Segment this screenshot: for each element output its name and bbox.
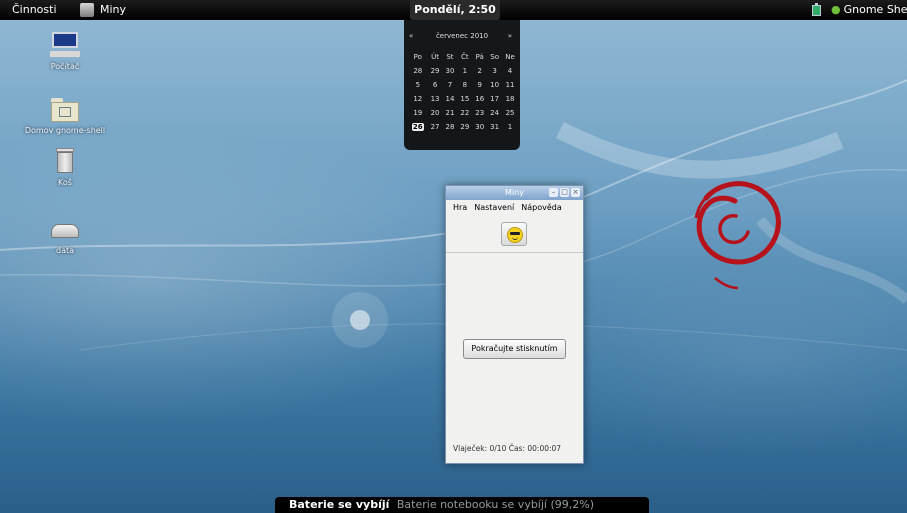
desktop-icon-label: Koš (58, 178, 72, 187)
calendar-day[interactable]: 13 (428, 92, 443, 106)
calendar-day[interactable]: 18 (502, 92, 518, 106)
user-icon: ● (831, 3, 841, 16)
calendar-day[interactable]: 6 (428, 78, 443, 92)
calendar-day[interactable]: 28 (443, 120, 458, 134)
calendar-day[interactable]: 3 (487, 64, 502, 78)
activities-button[interactable]: Činnosti (12, 3, 57, 16)
calendar-day[interactable]: 25 (502, 106, 518, 120)
mouth (512, 237, 518, 240)
battery-notification[interactable]: Baterie se vybíjí Baterie notebooku se v… (275, 497, 649, 513)
desktop-icon-label: data (55, 246, 75, 255)
desktop-icon-data[interactable]: data (10, 216, 120, 255)
calendar-week: 26 27 28 29 30 31 1 (408, 120, 518, 134)
calendar-week: 28 29 30 1 2 3 4 (408, 64, 518, 78)
home-folder-icon (50, 96, 80, 122)
calendar-day[interactable]: 29 (428, 64, 443, 78)
weekday-label: Ne (505, 53, 515, 61)
calendar-day[interactable]: 9 (472, 78, 487, 92)
desktop-icon-computer[interactable]: Počítač (10, 32, 120, 71)
calendar-day[interactable]: 2 (472, 64, 487, 78)
calendar-day[interactable]: 28 (408, 64, 428, 78)
weekday-label: Út (431, 53, 439, 61)
mines-app-icon (80, 2, 94, 17)
close-button[interactable]: × (571, 188, 580, 197)
separator (446, 252, 583, 253)
next-month-button[interactable]: » (508, 32, 512, 40)
calendar-day[interactable]: 11 (502, 78, 518, 92)
today-marker: 26 (411, 123, 424, 131)
calendar-grid: Po Út St Čt Pá So Ne 28 29 30 1 2 3 4 5 … (408, 50, 518, 134)
calendar-day[interactable]: 1 (457, 64, 472, 78)
app-menu[interactable]: Miny (80, 1, 126, 18)
battery-icon[interactable] (812, 3, 821, 16)
new-game-button[interactable] (501, 222, 527, 246)
calendar-day[interactable]: 19 (408, 106, 428, 120)
weekday-label: St (446, 53, 454, 61)
calendar-day[interactable]: 14 (443, 92, 458, 106)
calendar-day[interactable]: 17 (487, 92, 502, 106)
weekday-label: Pá (475, 53, 484, 61)
top-panel: Činnosti Miny Pondělí, 2:50 ● Gnome Shell (0, 0, 907, 20)
calendar-day[interactable]: 16 (472, 92, 487, 106)
menu-help[interactable]: Nápověda (521, 203, 562, 217)
weekday-label: Po (413, 53, 422, 61)
calendar-day[interactable]: 27 (428, 120, 443, 134)
desktop-icon-trash[interactable]: Koš (10, 148, 120, 187)
calendar-day[interactable]: 29 (457, 120, 472, 134)
calendar-day[interactable]: 1 (502, 120, 518, 134)
calendar-weekdays: Po Út St Čt Pá So Ne (408, 50, 518, 64)
calendar-day[interactable]: 10 (487, 78, 502, 92)
weekday-label: So (490, 53, 499, 61)
maximize-button[interactable]: □ (560, 188, 569, 197)
weekday-label: Čt (461, 53, 469, 61)
user-name: Gnome Shell (843, 3, 907, 16)
calendar-day[interactable]: 4 (502, 64, 518, 78)
calendar-week: 12 13 14 15 16 17 18 (408, 92, 518, 106)
calendar-day[interactable]: 22 (457, 106, 472, 120)
calendar-day[interactable]: 30 (472, 120, 487, 134)
calendar-day[interactable]: 7 (443, 78, 458, 92)
user-menu[interactable]: ● Gnome Shell (831, 3, 907, 16)
minimize-button[interactable]: – (549, 188, 558, 197)
calendar-day[interactable]: 23 (472, 106, 487, 120)
trash-icon (50, 148, 80, 174)
computer-icon (50, 32, 80, 58)
status-bar: Vlaječek: 0/10 Čas: 00:00:07 (453, 444, 562, 453)
app-menu-label: Miny (100, 3, 127, 16)
window-menubar: Hra Nastavení Nápověda (446, 203, 583, 217)
calendar-day[interactable]: 21 (443, 106, 458, 120)
window-titlebar[interactable]: Miny – □ × (446, 186, 583, 200)
menu-settings[interactable]: Nastavení (474, 203, 514, 217)
calendar-day-today[interactable]: 26 (408, 120, 428, 134)
calendar-day[interactable]: 30 (443, 64, 458, 78)
drive-icon (50, 216, 80, 242)
menu-game[interactable]: Hra (453, 203, 467, 217)
desktop-icon-label: Počítač (50, 62, 80, 71)
calendar-day[interactable]: 5 (408, 78, 428, 92)
calendar-day[interactable]: 12 (408, 92, 428, 106)
calendar-day[interactable]: 20 (428, 106, 443, 120)
calendar-month-label: červenec 2010 (435, 32, 489, 40)
calendar-header: « červenec 2010 » (404, 32, 520, 44)
calendar-day[interactable]: 15 (457, 92, 472, 106)
calendar-day[interactable]: 31 (487, 120, 502, 134)
calendar-day[interactable]: 24 (487, 106, 502, 120)
calendar-week: 19 20 21 22 23 24 25 (408, 106, 518, 120)
window-controls: – □ × (549, 188, 580, 197)
calendar-week: 5 6 7 8 9 10 11 (408, 78, 518, 92)
notification-body: Baterie notebooku se vybíjí (99,2%) (396, 498, 594, 511)
desktop-icon-home[interactable]: Domov gnome-shell (10, 96, 120, 135)
glasses (510, 232, 520, 235)
battery-body (812, 5, 821, 16)
continue-button[interactable]: Pokračujte stisknutím (463, 339, 566, 359)
desktop-icon-label: Domov gnome-shell (24, 126, 106, 135)
calendar-dropdown: « červenec 2010 » Po Út St Čt Pá So Ne 2… (404, 20, 520, 150)
clock-button[interactable]: Pondělí, 2:50 (410, 0, 500, 20)
calendar-day[interactable]: 8 (457, 78, 472, 92)
mines-window: Miny – □ × Hra Nastavení Nápověda Pokrač… (445, 185, 584, 464)
sunglasses-face-icon (507, 227, 523, 243)
notification-title: Baterie se vybíjí (289, 498, 390, 511)
